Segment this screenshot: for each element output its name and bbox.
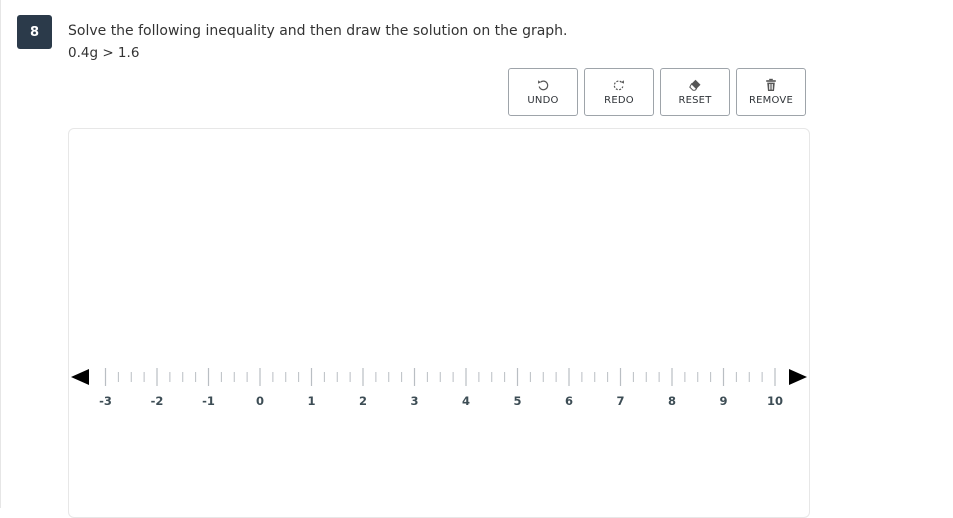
tick-label: -3 — [99, 394, 112, 408]
reset-button[interactable]: RESET — [660, 68, 730, 116]
left-border — [0, 0, 1, 508]
number-line[interactable]: -3 -2 -1 0 1 2 3 4 5 6 7 8 9 10 — [69, 129, 809, 517]
tick-label: 1 — [307, 394, 315, 408]
redo-icon — [613, 80, 624, 91]
remove-label: REMOVE — [749, 95, 793, 106]
tick-label: -1 — [202, 394, 215, 408]
tick-label: 3 — [410, 394, 418, 408]
question-number-badge: 8 — [17, 15, 52, 49]
graph-canvas[interactable]: -3 -2 -1 0 1 2 3 4 5 6 7 8 9 10 — [68, 128, 810, 518]
tick-label: -2 — [151, 394, 164, 408]
tick-label: 10 — [767, 394, 783, 408]
undo-icon — [538, 80, 549, 91]
trash-icon — [766, 78, 776, 91]
tick-label: 6 — [565, 394, 573, 408]
graph-toolbar: UNDO REDO RESET REMOVE — [508, 68, 806, 116]
eraser-icon — [689, 79, 701, 91]
question-prompt: Solve the following inequality and then … — [68, 23, 568, 39]
tick-label: 4 — [462, 394, 470, 408]
reset-label: RESET — [678, 95, 712, 106]
inequality-expression: 0.4g > 1.6 — [68, 45, 140, 61]
tick-label: 8 — [668, 394, 676, 408]
left-arrow-icon — [71, 369, 89, 385]
remove-button[interactable]: REMOVE — [736, 68, 806, 116]
right-arrow-icon — [789, 369, 807, 385]
tick-label: 7 — [616, 394, 624, 408]
tick-label: 0 — [256, 394, 264, 408]
undo-label: UNDO — [527, 95, 559, 106]
redo-label: REDO — [604, 95, 634, 106]
redo-button[interactable]: REDO — [584, 68, 654, 116]
tick-label: 5 — [513, 394, 521, 408]
tick-label: 2 — [359, 394, 367, 408]
tick-label: 9 — [719, 394, 727, 408]
undo-button[interactable]: UNDO — [508, 68, 578, 116]
